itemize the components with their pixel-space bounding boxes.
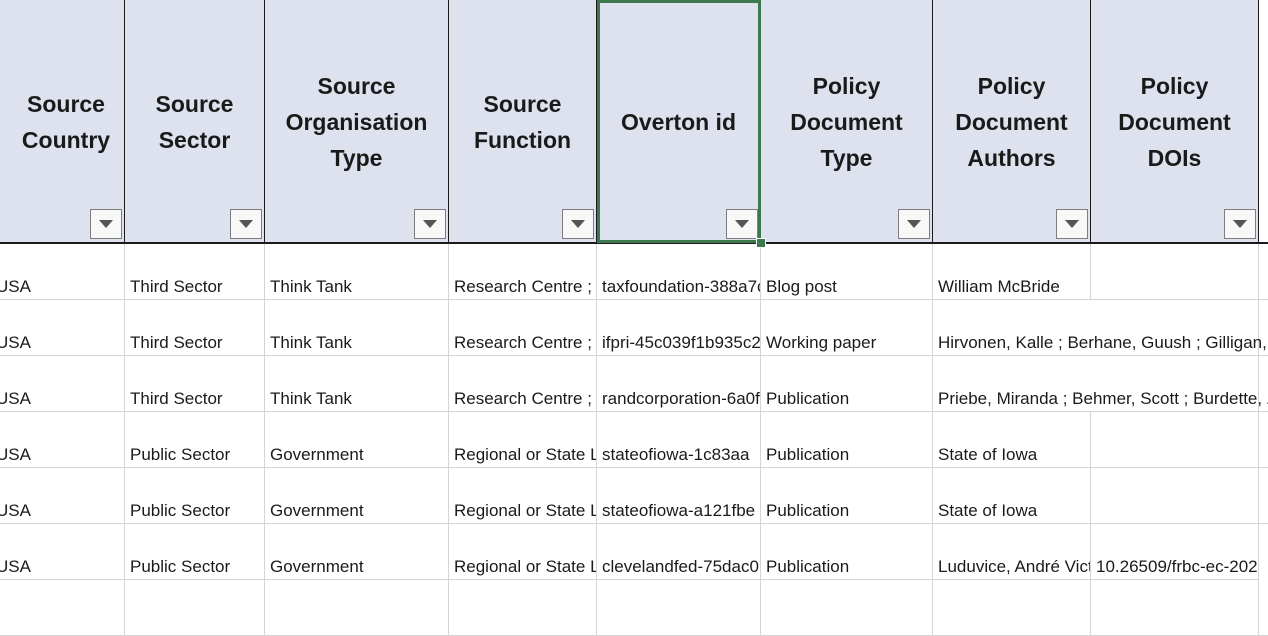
cell-source-country[interactable]: USA [0, 468, 125, 524]
filter-dropdown-button[interactable] [562, 209, 594, 239]
column-header-label: Policy Document Authors [955, 72, 1068, 171]
cell-source-sector[interactable]: Public Sector [125, 468, 265, 524]
cell-policy-document-authors[interactable]: Luduvice, André Victor [933, 524, 1091, 580]
column-header-source-country[interactable]: Source Country [0, 0, 125, 243]
cell-policy-document-type[interactable]: Publication [761, 356, 933, 412]
cell-source-function[interactable]: Research Centre ; Inc [449, 300, 597, 356]
column-header-policy-document-type[interactable]: Policy Document Type [761, 0, 933, 243]
cell-policy-document-type[interactable]: Blog post [761, 244, 933, 300]
column-header-policy-document-dois[interactable]: Policy Document DOIs [1091, 0, 1259, 243]
dropdown-arrow-icon [735, 220, 749, 228]
cell-policy-document-type[interactable]: Publication [761, 412, 933, 468]
column-header-label: Source Sector [155, 90, 234, 153]
filter-dropdown-button[interactable] [414, 209, 446, 239]
cell-overton-id[interactable] [597, 580, 761, 636]
filter-dropdown-button[interactable] [90, 209, 122, 239]
column-header-policy-document-authors[interactable]: Policy Document Authors [933, 0, 1091, 243]
cell-overton-id[interactable]: stateofiowa-1c83aa [597, 412, 761, 468]
cell-source-organisation-type[interactable]: Government [265, 468, 449, 524]
cell-policy-document-authors[interactable]: State of Iowa [933, 412, 1268, 468]
cell-source-organisation-type[interactable]: Think Tank [265, 356, 449, 412]
cell-overton-id[interactable]: stateofiowa-a121fbe [597, 468, 761, 524]
table-row: USAThird SectorThink TankResearch Centre… [0, 300, 1268, 356]
cell-source-organisation-type[interactable]: Think Tank [265, 300, 449, 356]
dropdown-arrow-icon [239, 220, 253, 228]
column-header-source-sector[interactable]: Source Sector [125, 0, 265, 243]
filter-dropdown-button[interactable] [1224, 209, 1256, 239]
column-header-label: Policy Document DOIs [1118, 72, 1231, 171]
column-header-label: Source Country [21, 90, 111, 153]
cell-policy-document-authors[interactable]: State of Iowa [933, 468, 1268, 524]
cell-policy-document-dois[interactable]: 10.26509/frbc-ec-202 [1091, 524, 1259, 580]
cell-source-country[interactable]: USA [0, 300, 125, 356]
cell-source-sector[interactable]: Public Sector [125, 412, 265, 468]
dropdown-arrow-icon [571, 220, 585, 228]
cell-policy-document-authors[interactable]: Hirvonen, Kalle ; Berhane, Guush ; Gilli… [933, 300, 1268, 356]
cell-policy-document-type[interactable]: Working paper [761, 300, 933, 356]
column-header-label: Overton id [620, 108, 736, 135]
cell-overton-id[interactable]: ifpri-45c039f1b935c2 [597, 300, 761, 356]
cell-overton-id[interactable]: taxfoundation-388a7c [597, 244, 761, 300]
column-header-source-function[interactable]: Source Function [449, 0, 597, 243]
dropdown-arrow-icon [99, 220, 113, 228]
cell-source-sector[interactable] [125, 580, 265, 636]
cell-source-organisation-type[interactable]: Government [265, 524, 449, 580]
cell-policy-document-type[interactable] [761, 580, 933, 636]
cell-source-function[interactable] [449, 580, 597, 636]
cell-source-organisation-type[interactable]: Think Tank [265, 244, 449, 300]
cell-policy-document-authors[interactable] [933, 580, 1268, 636]
cell-source-country[interactable]: USA [0, 244, 125, 300]
cell-source-country[interactable]: USA [0, 356, 125, 412]
dropdown-arrow-icon [423, 220, 437, 228]
cell-source-sector[interactable]: Third Sector [125, 356, 265, 412]
cell-policy-document-authors[interactable]: Priebe, Miranda ; Behmer, Scott ; Burdet… [933, 356, 1268, 412]
cell-source-organisation-type[interactable] [265, 580, 449, 636]
filter-dropdown-button[interactable] [726, 209, 758, 239]
cell-source-sector[interactable]: Third Sector [125, 300, 265, 356]
dropdown-arrow-icon [1233, 220, 1247, 228]
filter-dropdown-button[interactable] [1056, 209, 1088, 239]
cell-source-function[interactable]: Research Centre ; Inc [449, 244, 597, 300]
cell-source-function[interactable]: Research Centre ; Inc [449, 356, 597, 412]
table-row: USAPublic SectorGovernmentRegional or St… [0, 524, 1268, 580]
cell-overton-id[interactable]: randcorporation-6a0f [597, 356, 761, 412]
cell-source-sector[interactable]: Third Sector [125, 244, 265, 300]
column-header-label: Policy Document Type [790, 72, 903, 171]
table-row: USAPublic SectorGovernmentRegional or St… [0, 468, 1268, 524]
cell-policy-document-authors[interactable]: William McBride [933, 244, 1268, 300]
cell-source-country[interactable] [0, 580, 125, 636]
column-header-overton-id[interactable]: Overton id [597, 0, 761, 243]
spreadsheet: Source Country Source Sector Source Organi… [0, 0, 1268, 636]
table-row: USAPublic SectorGovernmentRegional or St… [0, 412, 1268, 468]
dropdown-arrow-icon [907, 220, 921, 228]
cell-source-function[interactable]: Regional or State Legislature [449, 412, 597, 468]
cell-source-sector[interactable]: Public Sector [125, 524, 265, 580]
cell-source-country[interactable]: USA [0, 524, 125, 580]
cell-source-function[interactable]: Regional or State Legislature [449, 524, 597, 580]
cell-policy-document-type[interactable]: Publication [761, 524, 933, 580]
column-header-label: Source Function [473, 90, 572, 153]
column-header-source-organisation-type[interactable]: Source Organisation Type [265, 0, 449, 243]
filter-dropdown-button[interactable] [898, 209, 930, 239]
cell-policy-document-type[interactable]: Publication [761, 468, 933, 524]
column-header-label: Source Organisation Type [285, 72, 428, 171]
table-row: USAThird SectorThink TankResearch Centre… [0, 244, 1268, 300]
cell-source-function[interactable]: Regional or State Legislature [449, 468, 597, 524]
table-row [0, 580, 1268, 636]
cell-source-organisation-type[interactable]: Government [265, 412, 449, 468]
selection-fill-handle[interactable] [756, 238, 766, 248]
filter-dropdown-button[interactable] [230, 209, 262, 239]
cell-overton-id[interactable]: clevelandfed-75dac0 [597, 524, 761, 580]
cell-source-country[interactable]: USA [0, 412, 125, 468]
table-row: USAThird SectorThink TankResearch Centre… [0, 356, 1268, 412]
dropdown-arrow-icon [1065, 220, 1079, 228]
